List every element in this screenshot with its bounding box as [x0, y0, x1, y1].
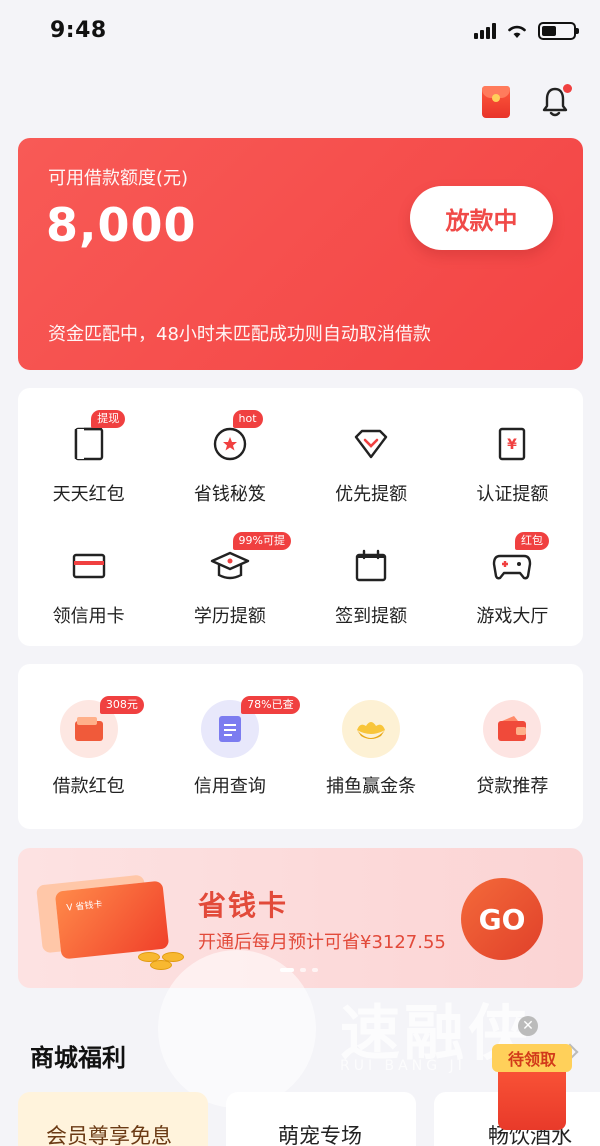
- yen-card-icon: ¥: [490, 422, 534, 466]
- service-loan-red-packet[interactable]: 308元 借款红包: [18, 696, 159, 798]
- features-panel: 提现 天天红包 hot 省钱秘笈 优先提额 ¥ 认证提额 领信用卡 99%可提 …: [18, 388, 583, 646]
- service-loan-recommend[interactable]: 贷款推荐: [442, 700, 583, 798]
- star-circle-icon: hot: [208, 410, 263, 466]
- savings-card-image-text: V 省钱卡: [66, 899, 103, 914]
- feature-badge: 红包: [515, 532, 549, 550]
- gold-ingot-icon: [342, 700, 401, 758]
- service-credit-query[interactable]: 78%已查 信用查询: [159, 696, 300, 798]
- promo-title: 省钱卡: [198, 889, 289, 922]
- feature-label: 优先提额: [335, 484, 408, 505]
- mall-card-pets[interactable]: 萌宠专场: [226, 1092, 416, 1146]
- feature-badge: 99%可提: [232, 532, 291, 550]
- feature-badge: hot: [232, 410, 263, 428]
- mall-card-member[interactable]: 会员尊享免息: [18, 1092, 208, 1146]
- loan-limit-card: 可用借款额度(元) 8,000 放款中 资金匹配中，48小时未匹配成功则自动取消…: [18, 138, 583, 370]
- wifi-icon: [508, 25, 526, 38]
- feature-label: 天天红包: [52, 484, 125, 505]
- feature-label: 游戏大厅: [476, 606, 549, 627]
- feature-education-limit[interactable]: 99%可提 学历提额: [159, 532, 300, 628]
- battery-icon: [538, 22, 579, 40]
- top-actions: [482, 84, 572, 118]
- credit-card-icon: [67, 544, 111, 588]
- calendar-icon: [349, 544, 393, 588]
- watermark-logo: [158, 950, 316, 1108]
- services-panel: 308元 借款红包 78%已查 信用查询 捕鱼赢金条 贷款推荐: [18, 664, 583, 829]
- status-time: 9:48: [50, 18, 107, 43]
- notification-dot: [563, 84, 572, 93]
- svg-text:¥: ¥: [508, 437, 518, 453]
- cellular-signal-icon: [474, 23, 496, 39]
- service-badge: 78%已查: [241, 696, 300, 714]
- service-label: 信用查询: [193, 776, 266, 797]
- feature-money-saving-tips[interactable]: hot 省钱秘笈: [159, 410, 300, 506]
- close-icon[interactable]: ✕: [518, 1016, 538, 1036]
- diamond-icon: [349, 422, 393, 466]
- savings-card-banner[interactable]: V 省钱卡 省钱卡 开通后每月预计可省¥3127.55 GO: [18, 848, 583, 988]
- service-fishing-gold[interactable]: 捕鱼赢金条: [301, 700, 442, 798]
- feature-game-hall[interactable]: 红包 游戏大厅: [442, 532, 583, 628]
- feature-credit-card[interactable]: 领信用卡: [18, 544, 159, 628]
- service-badge: 308元: [99, 696, 144, 714]
- mall-section-title: 商城福利: [30, 1044, 126, 1072]
- service-label: 贷款推荐: [476, 776, 549, 797]
- red-packet-icon[interactable]: [482, 86, 510, 118]
- coin-icon: [162, 952, 184, 962]
- watermark-subtext: RUI BANG JI: [340, 1058, 466, 1074]
- red-packet-outline-icon: 提现: [67, 410, 126, 466]
- loan-limit-label: 可用借款额度(元): [48, 168, 189, 189]
- feature-label: 学历提额: [193, 606, 266, 627]
- feature-badge: 提现: [91, 410, 126, 428]
- pending-claim-tag: 待领取: [492, 1044, 572, 1072]
- feature-label: 签到提额: [335, 606, 408, 627]
- loan-limit-amount: 8,000: [46, 198, 197, 252]
- bell-icon[interactable]: [540, 84, 572, 118]
- floating-red-packet-ad[interactable]: ✕ 待领取: [488, 1016, 578, 1140]
- mall-card-label: 会员尊享免息: [46, 1124, 172, 1146]
- feature-priority-limit[interactable]: 优先提额: [301, 422, 442, 506]
- status-bar: 9:48: [0, 0, 600, 64]
- loan-notice: 资金匹配中，48小时未匹配成功则自动取消借款: [48, 324, 431, 345]
- graduation-cap-icon: 99%可提: [208, 532, 291, 588]
- wallet-recommend-icon: [483, 700, 542, 758]
- mall-card-label: 萌宠专场: [278, 1124, 362, 1146]
- savings-card-image: V 省钱卡: [54, 880, 170, 960]
- feature-daily-red-packet[interactable]: 提现 天天红包: [18, 410, 159, 506]
- feature-checkin-limit[interactable]: 签到提额: [301, 544, 442, 628]
- service-label: 借款红包: [52, 776, 125, 797]
- gamepad-icon: 红包: [490, 532, 549, 588]
- loan-status-button[interactable]: 放款中: [410, 186, 553, 250]
- feature-label: 领信用卡: [52, 606, 125, 627]
- feature-verify-limit[interactable]: ¥ 认证提额: [442, 422, 583, 506]
- service-label: 捕鱼赢金条: [326, 776, 417, 797]
- system-icons: [474, 22, 579, 40]
- feature-label: 认证提额: [476, 484, 549, 505]
- go-button[interactable]: GO: [461, 878, 543, 960]
- feature-label: 省钱秘笈: [193, 484, 266, 505]
